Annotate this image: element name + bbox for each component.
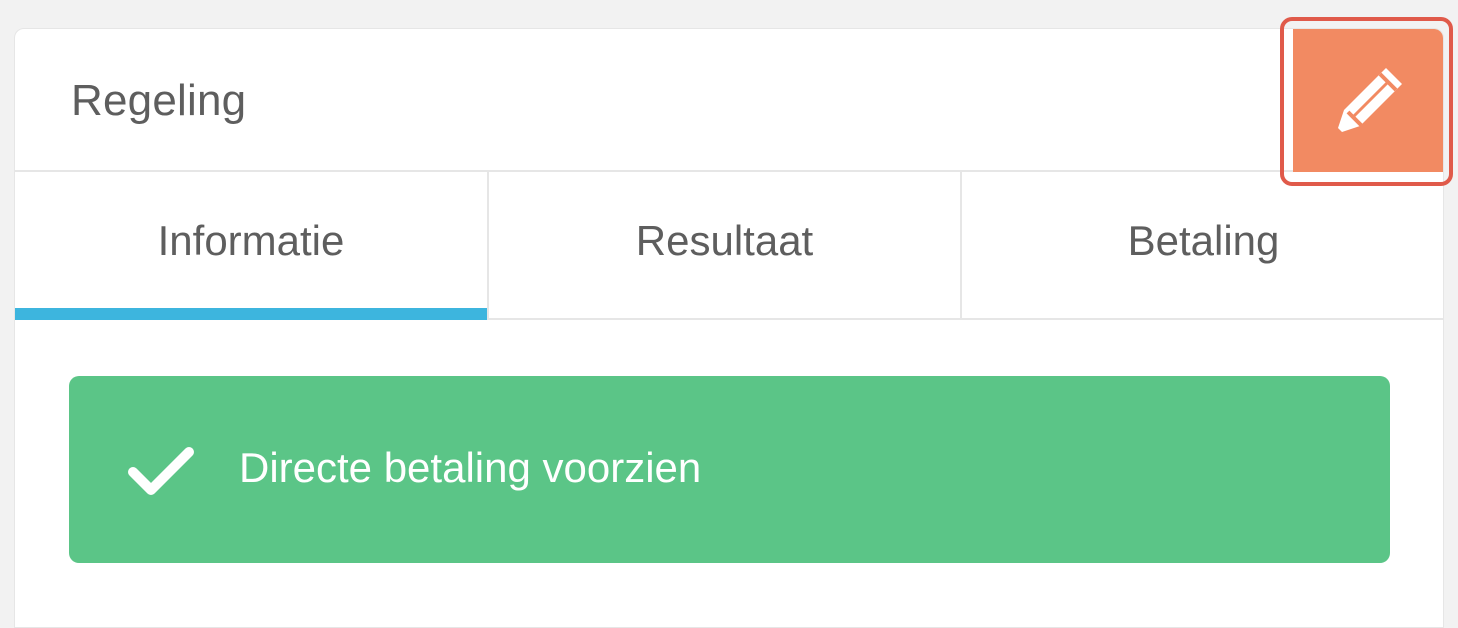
success-alert: Directe betaling voorzien [69, 376, 1390, 563]
pencil-icon [1338, 67, 1402, 132]
tab-informatie[interactable]: Informatie [15, 172, 489, 320]
tab-label: Informatie [157, 217, 345, 264]
edit-button[interactable] [1293, 29, 1443, 172]
regeling-card: Regeling Informatie Resultaat Betaling D… [14, 28, 1444, 628]
tab-betaling[interactable]: Betaling [962, 172, 1443, 318]
active-tab-indicator [15, 308, 487, 320]
check-icon [128, 447, 194, 495]
tab-label: Resultaat [635, 217, 814, 264]
tab-resultaat[interactable]: Resultaat [489, 172, 962, 318]
tab-bar: Informatie Resultaat Betaling [15, 172, 1443, 320]
card-header: Regeling [15, 29, 1443, 172]
alert-message: Directe betaling voorzien [239, 444, 702, 491]
tab-label: Betaling [1127, 217, 1280, 264]
card-title: Regeling [71, 76, 247, 125]
